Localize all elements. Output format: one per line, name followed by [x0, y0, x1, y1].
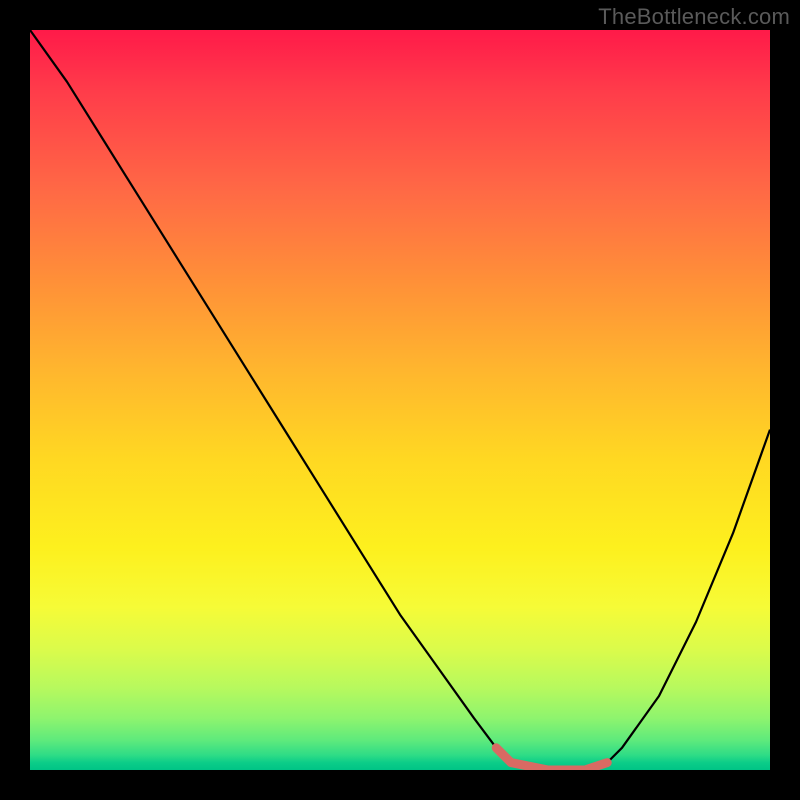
plot-area	[30, 30, 770, 770]
watermark-text: TheBottleneck.com	[598, 4, 790, 30]
trough-highlight	[496, 748, 607, 770]
chart-frame: TheBottleneck.com	[0, 0, 800, 800]
bottleneck-curve	[30, 30, 770, 770]
curve-layer	[30, 30, 770, 770]
